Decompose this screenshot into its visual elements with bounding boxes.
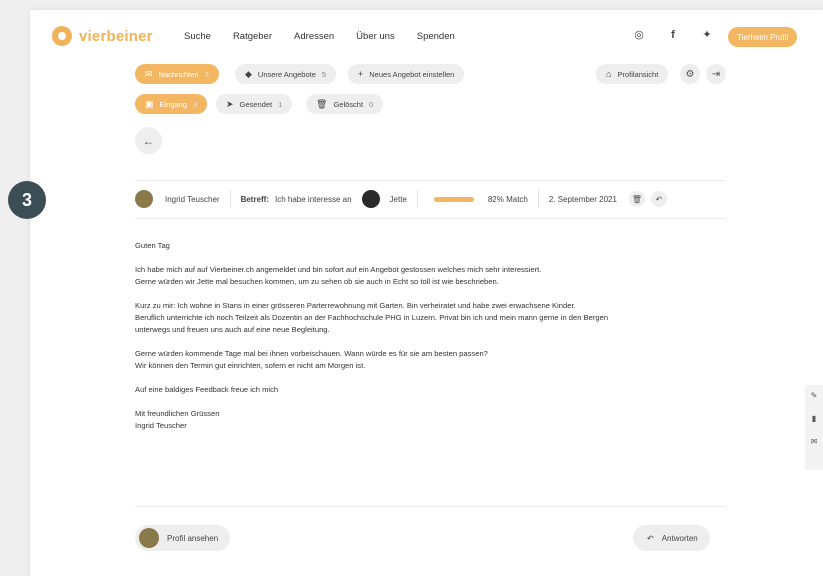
main-nav: Suche Ratgeber Adressen Über uns Spenden bbox=[184, 31, 455, 42]
tab-deleted[interactable]: 🗑 Gelöscht 0 bbox=[306, 94, 384, 114]
nav-item-suche[interactable]: Suche bbox=[184, 31, 211, 42]
tab-sent-label: Gesendet bbox=[239, 99, 273, 109]
body-paragraph: Auf eine baldiges Feedback freue ich mic… bbox=[135, 385, 279, 394]
plus-icon: + bbox=[358, 69, 364, 79]
nav-item-ueber-uns[interactable]: Über uns bbox=[356, 31, 395, 42]
separator bbox=[537, 190, 539, 208]
side-toolbar: ✎ ▮ ✉ bbox=[805, 385, 823, 470]
tab-messages-label: Nachrichten bbox=[158, 69, 199, 79]
subject-label: Betreff: bbox=[240, 194, 270, 204]
separator bbox=[416, 190, 418, 208]
trash-icon: 🗑 bbox=[316, 98, 328, 109]
message-body: Guten Tag Ich habe mich auf auf Vierbein… bbox=[135, 240, 735, 444]
sender-name[interactable]: Ingrid Teuscher bbox=[165, 195, 220, 204]
tab-messages-count: 3 bbox=[204, 69, 209, 79]
separator bbox=[229, 190, 231, 208]
tab-inbox[interactable]: ▣ Eingang 3 bbox=[135, 94, 208, 114]
settings-gear-icon[interactable]: ⚙ bbox=[680, 64, 700, 84]
back-arrow-button[interactable]: ← bbox=[135, 127, 162, 154]
paw-logo-icon bbox=[52, 26, 72, 46]
profile-view-button[interactable]: ⌂ Profilansicht bbox=[596, 64, 669, 84]
send-icon: ➤ bbox=[226, 98, 234, 109]
twitter-icon[interactable]: ✦ bbox=[700, 28, 714, 41]
body-paragraph: Gerne würden kommende Tage mal bei ihnen… bbox=[135, 349, 488, 370]
social-links: ◎ f ✦ bbox=[632, 28, 714, 42]
reply-label: Antworten bbox=[661, 533, 698, 543]
divider-top bbox=[135, 180, 725, 181]
reply-icon: ↶ bbox=[647, 533, 654, 543]
nav-item-ratgeber[interactable]: Ratgeber bbox=[233, 31, 272, 42]
tab-sent[interactable]: ➤ Gesendet 1 bbox=[216, 94, 293, 114]
animal-name[interactable]: Jette bbox=[390, 195, 407, 204]
tab-offers-count: 5 bbox=[321, 69, 327, 79]
reply-button[interactable]: ↶ Antworten bbox=[633, 525, 710, 551]
step-badge: 3 bbox=[8, 181, 46, 219]
tag-icon: ◆ bbox=[245, 68, 252, 79]
logout-icon[interactable]: ⇥ bbox=[706, 64, 726, 84]
tab-deleted-count: 0 bbox=[369, 99, 374, 109]
new-offer-label: Neues Angebot einstellen bbox=[369, 69, 455, 79]
sender-avatar-small bbox=[139, 528, 159, 548]
body-paragraph: Ich habe mich auf auf Vierbeiner.ch ange… bbox=[135, 265, 542, 286]
view-profile-label: Profil ansehen bbox=[167, 533, 219, 543]
tierheim-profile-button[interactable]: Tierheim Profil bbox=[728, 27, 798, 47]
body-paragraph: Guten Tag bbox=[135, 241, 170, 250]
match-bar bbox=[433, 196, 474, 202]
home-icon: ⌂ bbox=[606, 69, 612, 79]
envelope-icon: ✉ bbox=[145, 68, 153, 79]
message-date: 2. September 2021 bbox=[548, 194, 617, 204]
tab-inbox-label: Eingang bbox=[159, 99, 188, 109]
match-text: 82% Match bbox=[487, 194, 528, 204]
divider-footer bbox=[135, 506, 725, 507]
tab-inbox-count: 3 bbox=[193, 99, 198, 109]
pin-icon[interactable]: ✎ bbox=[811, 391, 818, 400]
nav-item-adressen[interactable]: Adressen bbox=[294, 31, 334, 42]
logo-text: vierbeiner bbox=[79, 27, 153, 45]
tab-offers-label: Unsere Angebote bbox=[257, 69, 316, 79]
instagram-icon[interactable]: ◎ bbox=[632, 28, 646, 41]
message-header: Ingrid Teuscher Betreff: Ich habe intere… bbox=[135, 187, 725, 211]
new-offer-button[interactable]: + Neues Angebot einstellen bbox=[348, 64, 465, 84]
sender-avatar[interactable] bbox=[135, 190, 153, 208]
tab-deleted-label: Gelöscht bbox=[333, 99, 364, 109]
animal-avatar[interactable] bbox=[361, 190, 380, 208]
tab-offers[interactable]: ◆ Unsere Angebote 5 bbox=[235, 64, 337, 84]
inbox-icon: ▣ bbox=[145, 98, 154, 109]
delete-trash-icon[interactable]: 🗑 bbox=[628, 191, 645, 207]
nav-item-spenden[interactable]: Spenden bbox=[417, 31, 455, 42]
body-paragraph: Kurz zu mir: Ich wohne in Stans in einer… bbox=[135, 301, 609, 334]
profile-view-label: Profilansicht bbox=[617, 69, 659, 79]
logo[interactable]: vierbeiner bbox=[52, 26, 153, 46]
tab-messages[interactable]: ✉ Nachrichten 3 bbox=[135, 64, 219, 84]
facebook-icon[interactable]: f bbox=[666, 29, 680, 41]
reply-undo-icon[interactable]: ↶ bbox=[650, 191, 667, 207]
body-paragraph: Mit freundlichen Grüssen Ingrid Teuscher bbox=[135, 409, 220, 430]
comment-icon[interactable]: ▮ bbox=[812, 414, 816, 423]
tab-sent-count: 1 bbox=[278, 99, 283, 109]
mail-icon[interactable]: ✉ bbox=[811, 437, 818, 446]
view-profile-button[interactable]: Profil ansehen bbox=[135, 525, 231, 551]
divider-bottom bbox=[135, 218, 725, 219]
subject-text: Ich habe interesse an bbox=[275, 194, 352, 204]
